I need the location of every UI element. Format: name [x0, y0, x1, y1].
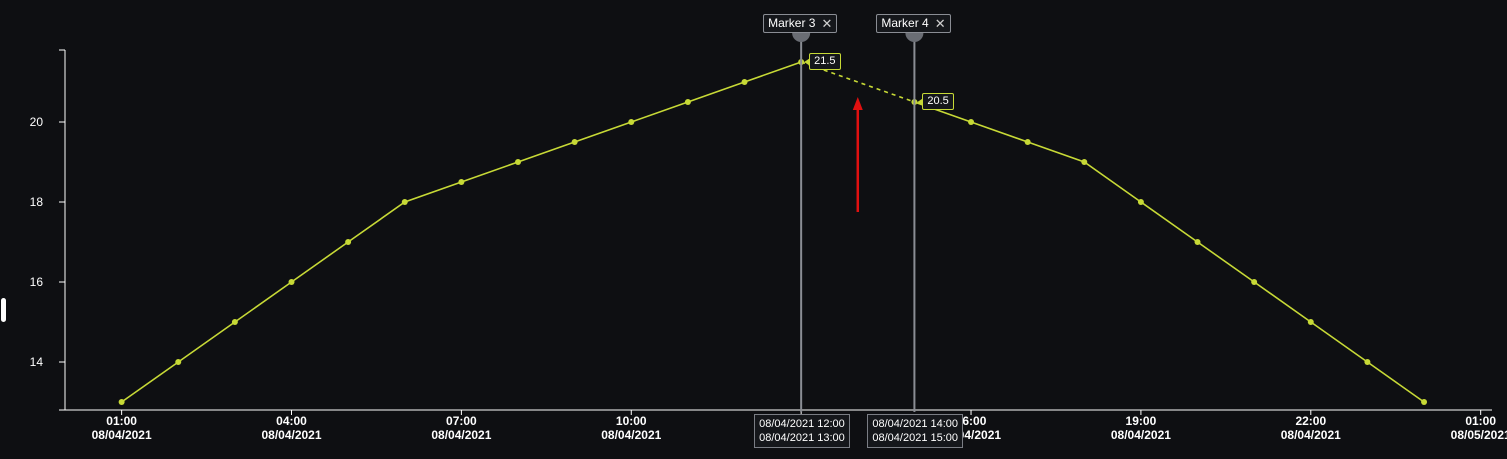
data-point — [684, 99, 691, 105]
data-point — [515, 159, 522, 165]
data-point — [1194, 239, 1201, 245]
data-point — [1024, 139, 1031, 145]
x-tick-date-label: 08/04/2021 — [261, 428, 321, 442]
close-icon[interactable]: ✕ — [935, 15, 946, 32]
data-point — [1307, 319, 1314, 325]
marker-3-value-badge: 21.5 — [809, 53, 841, 70]
y-tick-label: 14 — [30, 355, 44, 369]
data-point — [401, 199, 408, 205]
annotation-arrow-head — [852, 97, 863, 110]
x-tick-date-label: 08/05/2021 — [1451, 428, 1507, 442]
x-tick-time-label: 10:00 — [616, 414, 647, 428]
data-point — [1081, 159, 1088, 165]
series-line-segment — [914, 101, 1425, 403]
marker-4-range-start: 08/04/2021 14:00 — [872, 418, 959, 430]
x-tick-date-label: 08/04/2021 — [92, 428, 152, 442]
data-point — [288, 279, 295, 285]
data-point — [968, 119, 975, 125]
y-tick-label: 20 — [30, 115, 44, 129]
data-point — [231, 319, 238, 325]
marker-lines — [792, 32, 924, 412]
x-tick-time-label: 01:00 — [106, 414, 137, 428]
x-tick-time-label: 22:00 — [1295, 414, 1326, 428]
marker-4-name: Marker 4 — [881, 16, 929, 30]
marker-4-value-badge: 20.5 — [922, 93, 954, 110]
chart-axes: 1416182001:0008/04/202104:0008/04/202107… — [30, 49, 1507, 442]
marker-handle[interactable] — [792, 33, 811, 43]
line-chart: 1416182001:0008/04/202104:0008/04/202107… — [30, 32, 1507, 442]
data-point — [345, 239, 352, 245]
marker-3-name: Marker 3 — [768, 16, 816, 30]
series-line-segment — [121, 61, 802, 403]
data-point — [118, 399, 125, 405]
marker-4-time-range: 08/04/2021 14:00 08/04/2021 15:00 — [867, 414, 964, 448]
x-tick-time-label: 04:00 — [276, 414, 307, 428]
data-point — [1364, 359, 1371, 365]
marker-3-range-end: 08/04/2021 13:00 — [759, 432, 845, 444]
x-tick-time-label: 19:00 — [1126, 414, 1157, 428]
marker-4-range-end: 08/04/2021 15:00 — [872, 432, 959, 444]
marker-3-range-start: 08/04/2021 12:00 — [759, 418, 845, 430]
x-tick-date-label: 08/04/2021 — [601, 428, 661, 442]
data-point — [628, 119, 635, 125]
data-point — [175, 359, 182, 365]
marker-3-time-range: 08/04/2021 12:00 08/04/2021 13:00 — [754, 414, 850, 448]
y-tick-label: 16 — [30, 275, 44, 289]
x-tick-time-label: 01:00 — [1465, 414, 1496, 428]
x-tick-date-label: 08/04/2021 — [1281, 428, 1341, 442]
data-point — [741, 79, 748, 85]
x-tick-time-label: 07:00 — [446, 414, 477, 428]
marker-3-label[interactable]: Marker 3 ✕ — [763, 14, 838, 33]
resize-handle[interactable] — [1, 298, 6, 322]
x-tick-date-label: 08/04/2021 — [431, 428, 491, 442]
close-icon[interactable]: ✕ — [821, 15, 832, 32]
series-layer — [118, 59, 1428, 405]
annotation-layer — [852, 97, 863, 212]
data-point — [1251, 279, 1258, 285]
data-point — [1137, 199, 1144, 205]
x-tick-date-label: 08/04/2021 — [1111, 428, 1171, 442]
marker-4-label[interactable]: Marker 4 ✕ — [876, 14, 951, 33]
data-point — [1421, 399, 1428, 405]
y-tick-label: 18 — [30, 195, 44, 209]
marker-handle[interactable] — [905, 33, 924, 43]
data-point — [458, 179, 465, 185]
data-point — [571, 139, 578, 145]
